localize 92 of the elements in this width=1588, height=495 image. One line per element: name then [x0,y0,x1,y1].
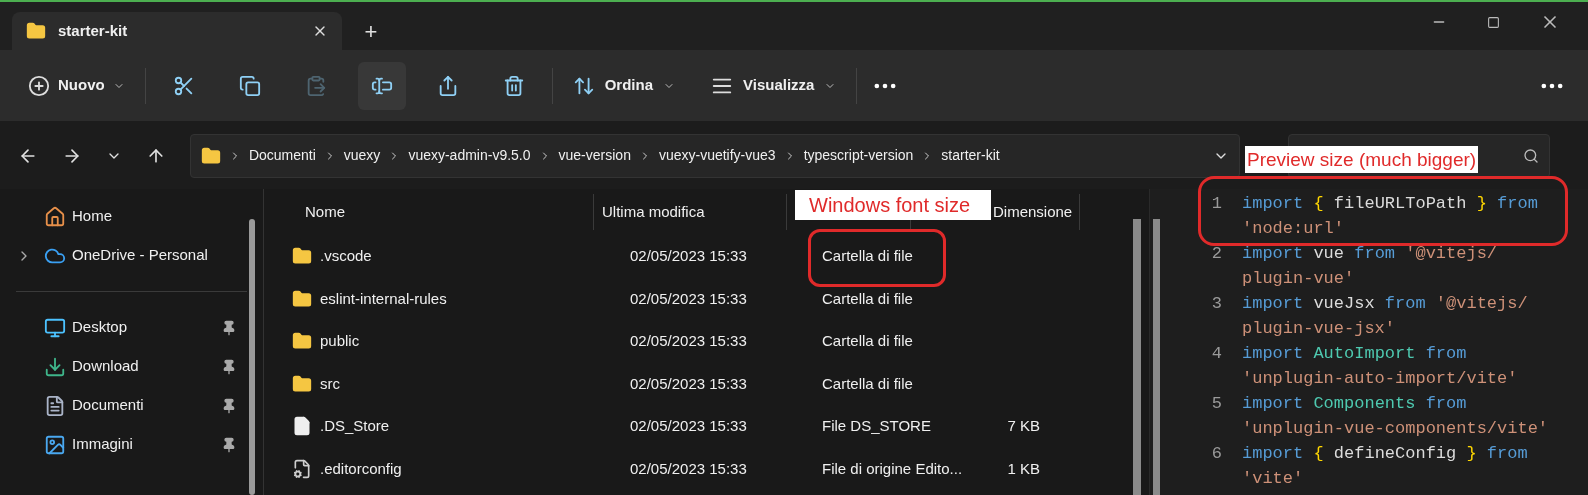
file-row[interactable]: .vscode 02/05/2023 15:33 Cartella di file [264,235,1149,278]
code-line: plugin-vue-jsx' [1242,318,1397,340]
column-header[interactable]: Nome [305,200,593,224]
folder-icon [292,331,312,352]
file-type: Cartella di file [822,246,914,266]
sort-button[interactable]: Ordina [566,62,681,109]
sidebar-item[interactable]: Immagini [0,425,263,464]
download-icon [44,355,66,378]
line-number: 4 [1210,343,1222,365]
sidebar-item[interactable]: Home [0,197,263,236]
scissors-icon [172,74,195,97]
file-icon [292,416,312,437]
breadcrumb[interactable]: vuexy [343,145,381,166]
config-file-icon [292,458,312,479]
code-line: import { fileURLToPath } from [1242,193,1538,215]
sidebar-item[interactable]: Download [0,347,263,386]
file-name: .DS_Store [320,416,390,436]
column-header[interactable]: Ultima modifica [602,200,786,224]
address-bar[interactable]: Documenti vuexy vuexy-admin-v9.5.0 vue-version vuexy-vuetify-vue3 typescript-version starter-kit [189,133,1241,178]
modified-date: 02/05/2023 15:33 [630,331,748,351]
line-number: 1 [1210,193,1222,215]
trash-icon [502,74,525,97]
home-icon [44,205,66,228]
search-icon [1523,147,1539,164]
folder-icon [292,373,312,394]
scrollbar[interactable] [1133,219,1141,495]
breadcrumb[interactable]: starter-kit [941,145,1000,166]
sidebar-item[interactable]: OneDrive - Personal [0,236,263,275]
code-line: 'vite' [1242,468,1305,490]
tab-title: starter-kit [58,20,129,41]
file-name: public [320,331,360,351]
rename-button[interactable] [357,61,406,110]
view-button[interactable]: Visualizza [705,62,843,109]
column-header[interactable]: Dimensione [993,200,1079,224]
file-row[interactable]: .DS_Store 02/05/2023 15:33 File DS_STORE 7 KB [264,405,1149,448]
modified-date: 02/05/2023 15:33 [630,246,748,266]
document-icon [44,394,66,417]
file-row[interactable]: .editorconfig 02/05/2023 15:33 File di origine Edito... 1 KB [264,447,1149,490]
file-name: .editorconfig [320,458,402,479]
new-button[interactable]: Nuovo [22,62,131,109]
file-size: 7 KB [1006,416,1040,436]
code-line: 'node:url' [1242,218,1346,240]
code-line: 'unplugin-auto-import/vite' [1242,368,1518,390]
code-line: import Components from [1242,393,1468,415]
tab[interactable]: starter-kit [12,12,342,50]
code-line: plugin-vue' [1242,268,1356,290]
file-type: File DS_STORE [822,416,932,436]
picture-icon [44,433,66,456]
modified-date: 02/05/2023 15:33 [630,373,748,394]
code-line: import { defineConfig } from [1242,443,1528,465]
file-type: Cartella di file [822,373,914,394]
breadcrumb[interactable]: vuexy-admin-v9.5.0 [408,145,531,166]
code-line: import AutoImport from [1242,343,1468,365]
line-number: 6 [1210,443,1222,465]
code-line: import vue from '@vitejs/ [1242,243,1498,265]
line-number: 3 [1210,293,1222,315]
code-line: import vueJsx from '@vitejs/ [1242,293,1528,315]
modified-date: 02/05/2023 15:33 [630,416,748,436]
modified-date: 02/05/2023 15:33 [630,288,748,309]
file-type: Cartella di file [822,288,914,309]
line-number: 2 [1210,243,1222,265]
scrollbar[interactable] [1153,219,1160,495]
file-row[interactable]: src 02/05/2023 15:33 Cartella di file [264,362,1149,405]
file-size: 1 KB [1006,458,1040,479]
file-type: Cartella di file [822,331,914,351]
scrollbar[interactable] [249,219,255,495]
file-name: src [320,373,340,394]
file-type: File di origine Edito... [822,458,964,479]
sidebar-item[interactable]: Documenti [0,386,263,425]
maximize-icon[interactable] [1487,15,1500,29]
line-number: 5 [1210,393,1222,415]
sidebar-item[interactable]: Desktop [0,308,263,347]
folder-icon [26,21,46,41]
annotation-label: Windows font size [795,190,991,220]
file-name: .vscode [320,246,372,266]
copy-icon [238,74,261,97]
folder-icon [292,288,312,309]
modified-date: 02/05/2023 15:33 [630,458,748,479]
breadcrumb[interactable]: vuexy-vuetify-vue3 [658,145,776,166]
breadcrumb[interactable]: typescript-version [803,145,914,166]
plus-icon [28,74,50,97]
breadcrumb[interactable]: vue-version [558,145,631,166]
folder-icon [200,145,221,166]
file-row[interactable]: public 02/05/2023 15:33 Cartella di file [264,320,1149,363]
new-tab-button[interactable]: + [348,12,394,50]
file-row[interactable]: eslint-internal-rules 02/05/2023 15:33 Cartella di file [264,277,1149,320]
file-name: eslint-internal-rules [320,288,447,309]
code-line: 'unplugin-vue-components/vite' [1242,418,1549,440]
monitor-icon [44,316,66,339]
breadcrumb[interactable]: Documenti [248,145,316,166]
folder-icon [292,246,312,267]
annotation-label: Preview size (much bigger) [1245,146,1479,173]
